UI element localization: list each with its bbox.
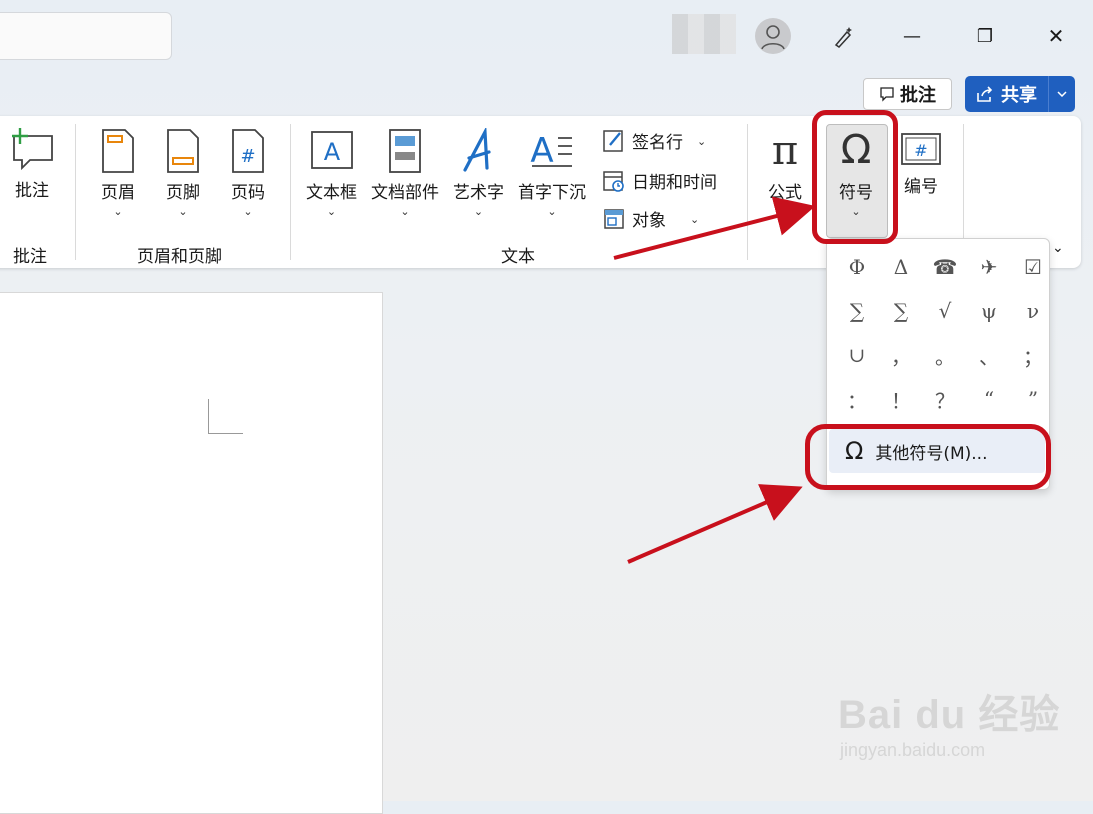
arrow-to-more-symbols — [627, 484, 803, 564]
arrow-to-symbol — [613, 196, 816, 260]
watermark-brand: Bai du 经验 — [838, 693, 1061, 737]
baidu-jingyan-watermark: Bai du 经验 jingyan.baidu.com — [838, 682, 1060, 761]
annotation-arrows — [613, 196, 816, 564]
watermark-url: jingyan.baidu.com — [840, 740, 986, 760]
